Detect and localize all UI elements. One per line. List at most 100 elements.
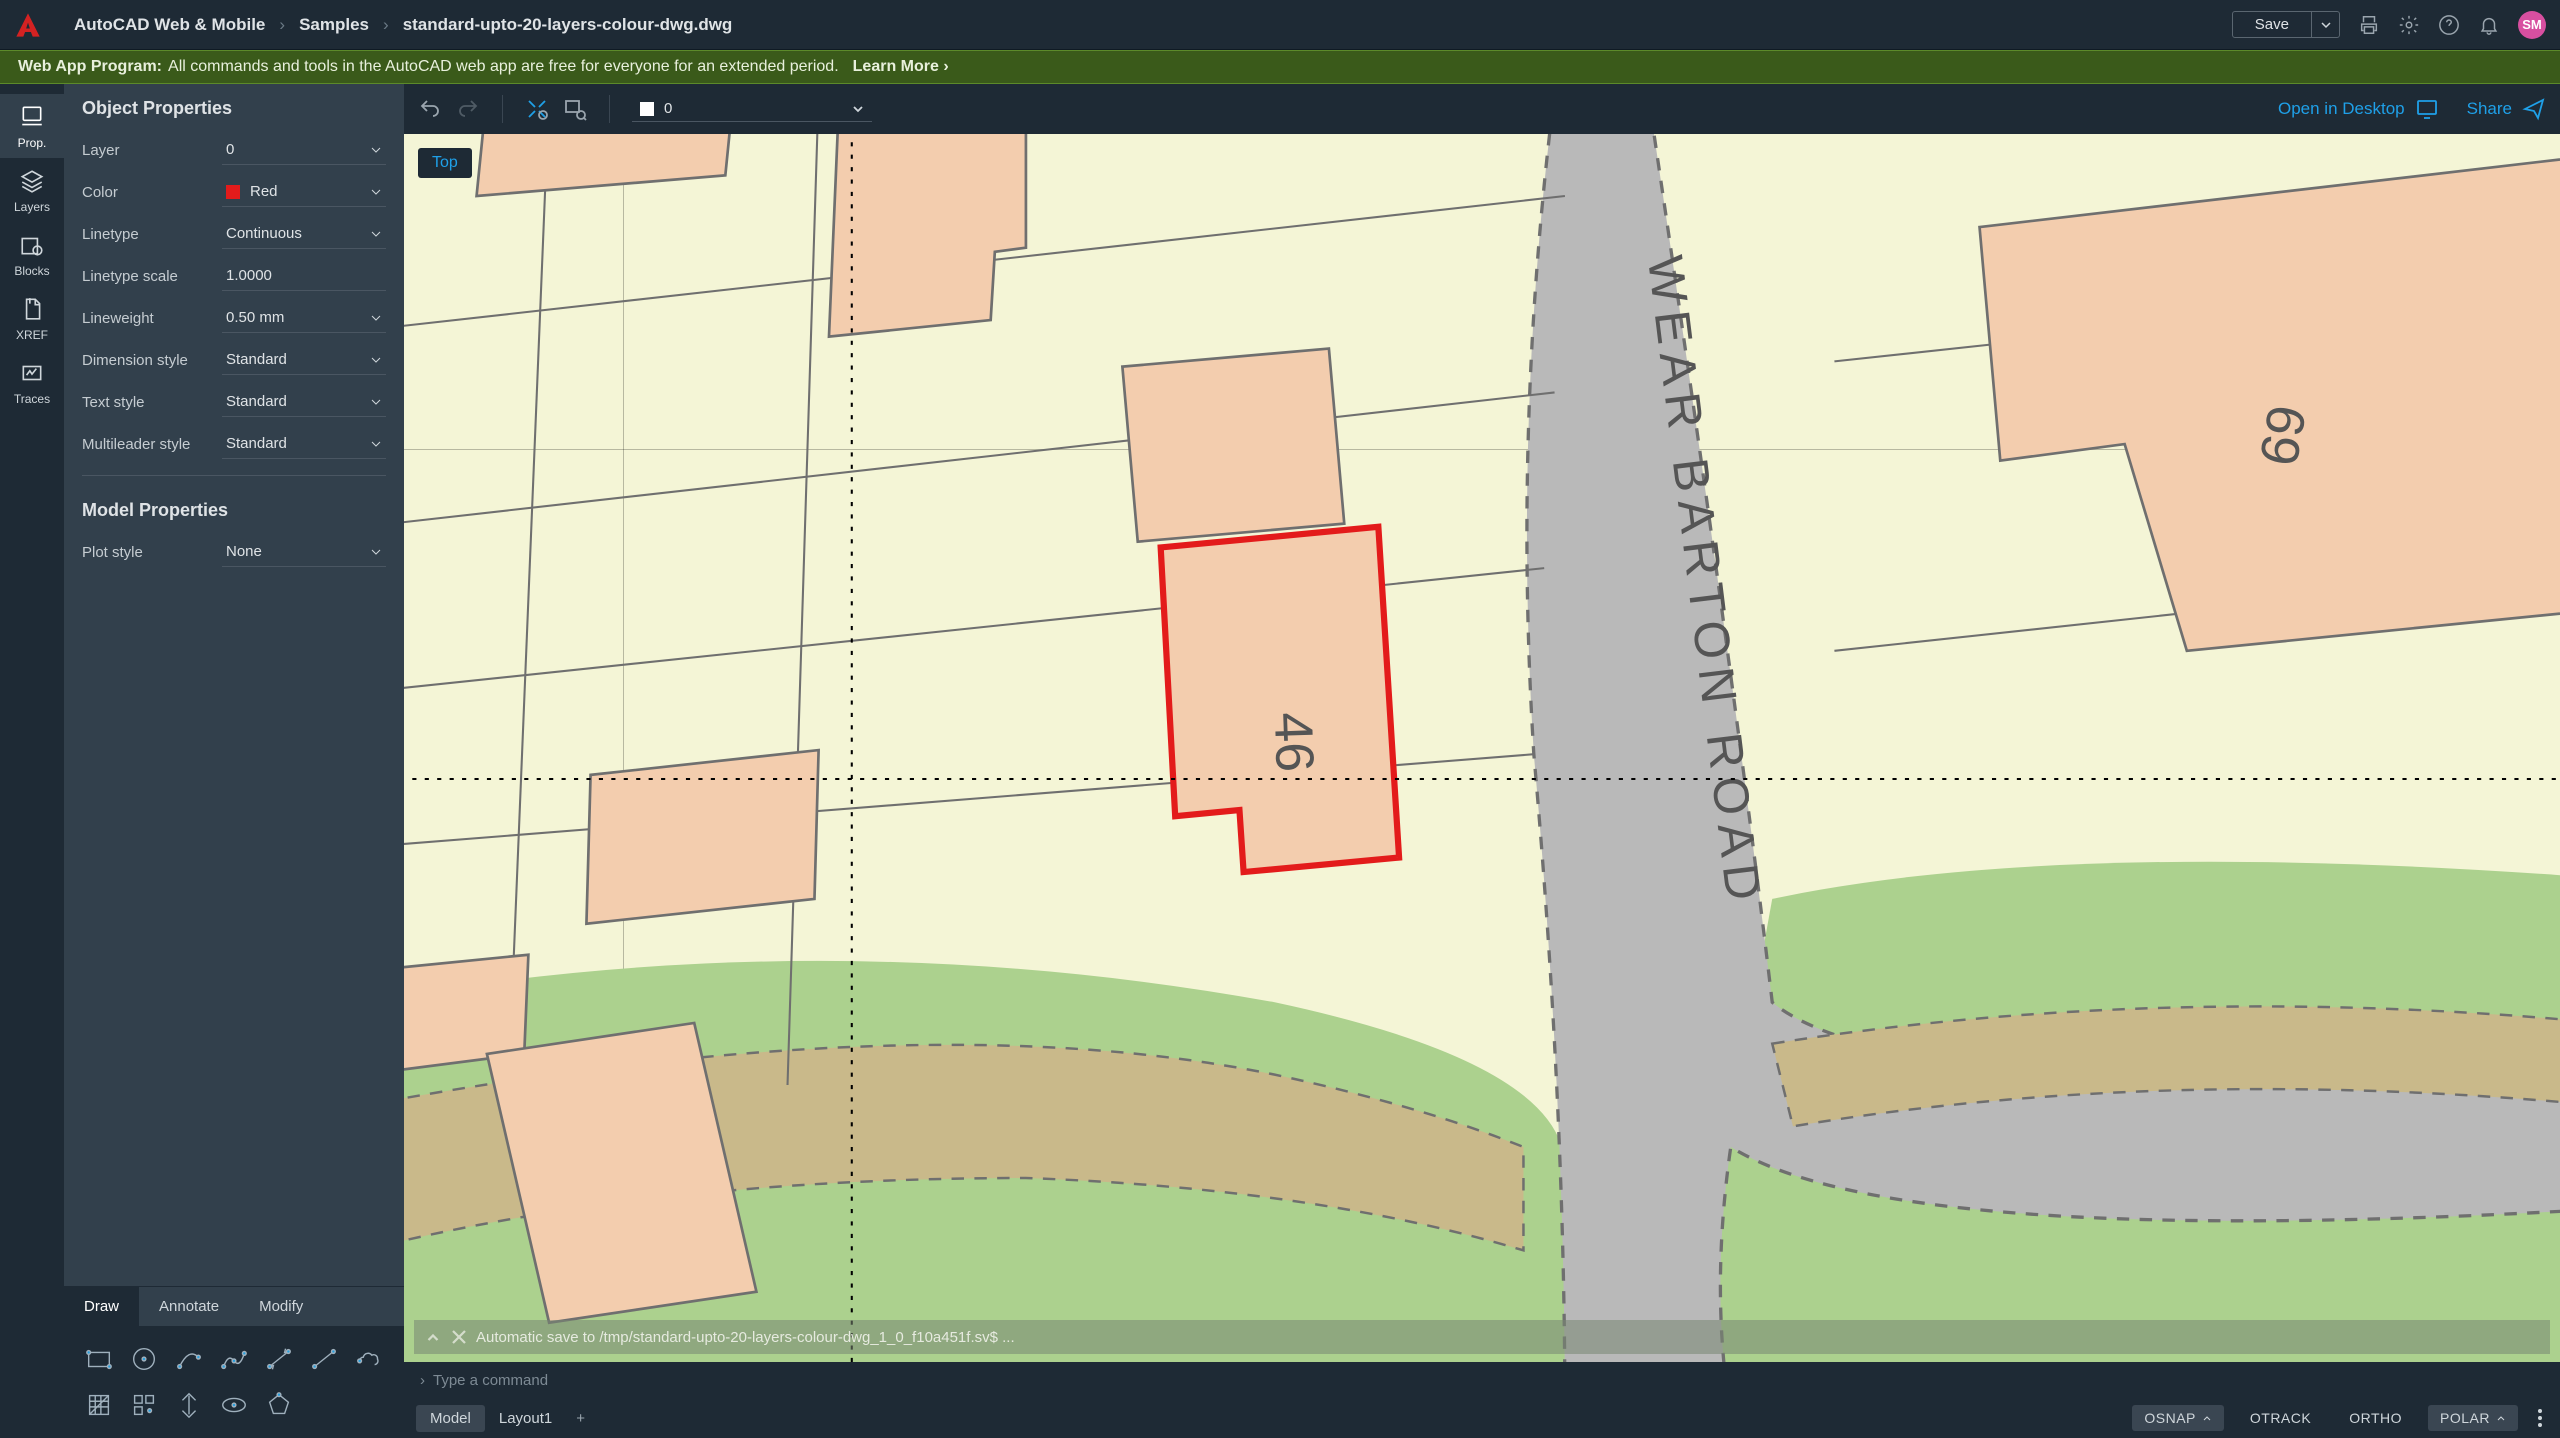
tool-tab-modify[interactable]: Modify: [239, 1287, 323, 1326]
open-in-desktop-link[interactable]: Open in Desktop: [2278, 97, 2439, 121]
tool-array[interactable]: [123, 1384, 164, 1426]
tool-point-style[interactable]: [168, 1384, 209, 1426]
prop-multileader-style-select[interactable]: Standard: [222, 429, 386, 459]
prop-layer: Layer 0: [64, 129, 404, 171]
chevron-down-icon: [370, 312, 382, 324]
zoom-window-icon[interactable]: [563, 97, 587, 121]
promo-title: Web App Program:: [18, 58, 162, 76]
canvas-column: 0 Open in Desktop Share: [404, 84, 2560, 1438]
breadcrumb: AutoCAD Web & Mobile › Samples › standar…: [74, 15, 732, 35]
toggle-otrack[interactable]: OTRACK: [2238, 1405, 2323, 1431]
drawing-viewport[interactable]: 46 69 WEAR BARTON ROAD Top Automatic sav…: [404, 134, 2560, 1362]
status-bar: Model Layout1 + OSNAP OTRACK ORTHO POLAR: [404, 1398, 2560, 1438]
add-layout-tab[interactable]: +: [566, 1405, 595, 1432]
breadcrumb-sep-icon: ›: [279, 15, 285, 35]
redo-icon[interactable]: [456, 97, 480, 121]
breadcrumb-file[interactable]: standard-upto-20-layers-colour-dwg.dwg: [403, 15, 733, 35]
prop-linetype-scale-input[interactable]: 1.0000: [222, 261, 386, 291]
properties-panel: Object Properties Layer 0 Color Red Line…: [64, 84, 404, 1438]
zoom-extents-icon[interactable]: [525, 97, 549, 121]
chevron-down-icon: [370, 186, 382, 198]
prop-dimension-style-select[interactable]: Standard: [222, 345, 386, 375]
prop-lineweight-select[interactable]: 0.50 mm: [222, 303, 386, 333]
tool-tabs: Draw Annotate Modify: [64, 1286, 404, 1326]
autosave-toast: Automatic save to /tmp/standard-upto-20-…: [414, 1320, 2550, 1354]
share-link[interactable]: Share: [2467, 97, 2546, 121]
promo-body: All commands and tools in the AutoCAD we…: [168, 58, 839, 76]
layout-tab-model[interactable]: Model: [416, 1405, 485, 1432]
plot-46-label: 46: [1263, 711, 1325, 773]
send-icon: [2522, 97, 2546, 121]
view-cube-top[interactable]: Top: [418, 148, 472, 178]
tool-rectangle[interactable]: [78, 1338, 119, 1380]
chevron-up-icon: [2202, 1413, 2212, 1423]
prop-color-select[interactable]: Red: [222, 177, 386, 207]
prop-multileader-style: Multileader style Standard: [64, 423, 404, 465]
prop-text-style-select[interactable]: Standard: [222, 387, 386, 417]
layer-quick-select[interactable]: 0: [632, 96, 872, 122]
traces-icon: [19, 360, 45, 386]
breadcrumb-root[interactable]: AutoCAD Web & Mobile: [74, 15, 265, 35]
tool-revcloud[interactable]: [349, 1338, 390, 1380]
toggle-ortho[interactable]: ORTHO: [2337, 1405, 2414, 1431]
chevron-up-icon: [2496, 1413, 2506, 1423]
statusbar-menu[interactable]: [2532, 1409, 2548, 1427]
chevron-right-icon: ›: [420, 1372, 425, 1389]
promo-learn-more[interactable]: Learn More ›: [853, 58, 949, 76]
chevron-down-icon: [852, 103, 864, 115]
bell-icon[interactable]: [2478, 14, 2500, 36]
close-icon[interactable]: [450, 1328, 468, 1346]
prop-color: Color Red: [64, 171, 404, 213]
properties-section-title: Object Properties: [64, 84, 404, 129]
toggle-osnap[interactable]: OSNAP: [2132, 1405, 2224, 1431]
chevron-down-icon: [370, 546, 382, 558]
tool-dimension-line[interactable]: [259, 1338, 300, 1380]
prop-lineweight: Lineweight 0.50 mm: [64, 297, 404, 339]
nav-xref[interactable]: XREF: [0, 286, 64, 350]
app-header: AutoCAD Web & Mobile › Samples › standar…: [0, 0, 2560, 50]
layers-icon: [19, 168, 45, 194]
tool-polygon[interactable]: [259, 1384, 300, 1426]
tool-hatch[interactable]: [78, 1384, 119, 1426]
nav-traces[interactable]: Traces: [0, 350, 64, 414]
toggle-polar[interactable]: POLAR: [2428, 1405, 2518, 1431]
tool-grid: [64, 1326, 404, 1438]
tool-tab-draw[interactable]: Draw: [64, 1287, 139, 1326]
monitor-icon: [2415, 97, 2439, 121]
nav-strip: Prop. Layers Blocks XREF Traces: [0, 84, 64, 1438]
layer-swatch-icon: [640, 102, 654, 116]
print-icon[interactable]: [2358, 14, 2380, 36]
gear-icon[interactable]: [2398, 14, 2420, 36]
prop-plot-style-select[interactable]: None: [222, 537, 386, 567]
save-button[interactable]: Save: [2233, 12, 2311, 37]
tool-line[interactable]: [304, 1338, 345, 1380]
autocad-logo-icon: [14, 11, 42, 39]
tool-arc[interactable]: [168, 1338, 209, 1380]
tool-ellipse[interactable]: [213, 1384, 254, 1426]
prop-linetype-scale: Linetype scale 1.0000: [64, 255, 404, 297]
prop-plot-style: Plot style None: [64, 531, 404, 573]
canvas-toolbar: 0 Open in Desktop Share: [404, 84, 2560, 134]
nav-layers[interactable]: Layers: [0, 158, 64, 222]
breadcrumb-sep-icon: ›: [383, 15, 389, 35]
color-swatch-icon: [226, 185, 240, 199]
user-avatar[interactable]: SM: [2518, 11, 2546, 39]
save-caret-button[interactable]: [2311, 12, 2339, 37]
nav-blocks[interactable]: Blocks: [0, 222, 64, 286]
promo-banner: Web App Program: All commands and tools …: [0, 50, 2560, 84]
chevron-down-icon: [370, 396, 382, 408]
tool-circle[interactable]: [123, 1338, 164, 1380]
layout-tab-layout1[interactable]: Layout1: [485, 1405, 566, 1432]
tool-tab-annotate[interactable]: Annotate: [139, 1287, 239, 1326]
nav-properties[interactable]: Prop.: [0, 94, 64, 158]
chevron-down-icon: [370, 144, 382, 156]
command-line[interactable]: › Type a command: [404, 1362, 2560, 1398]
breadcrumb-folder[interactable]: Samples: [299, 15, 369, 35]
prop-linetype-select[interactable]: Continuous: [222, 219, 386, 249]
expand-icon[interactable]: [424, 1328, 442, 1346]
undo-icon[interactable]: [418, 97, 442, 121]
prop-layer-select[interactable]: 0: [222, 135, 386, 165]
save-split-button[interactable]: Save: [2232, 11, 2340, 38]
tool-polyline[interactable]: [213, 1338, 254, 1380]
help-icon[interactable]: [2438, 14, 2460, 36]
